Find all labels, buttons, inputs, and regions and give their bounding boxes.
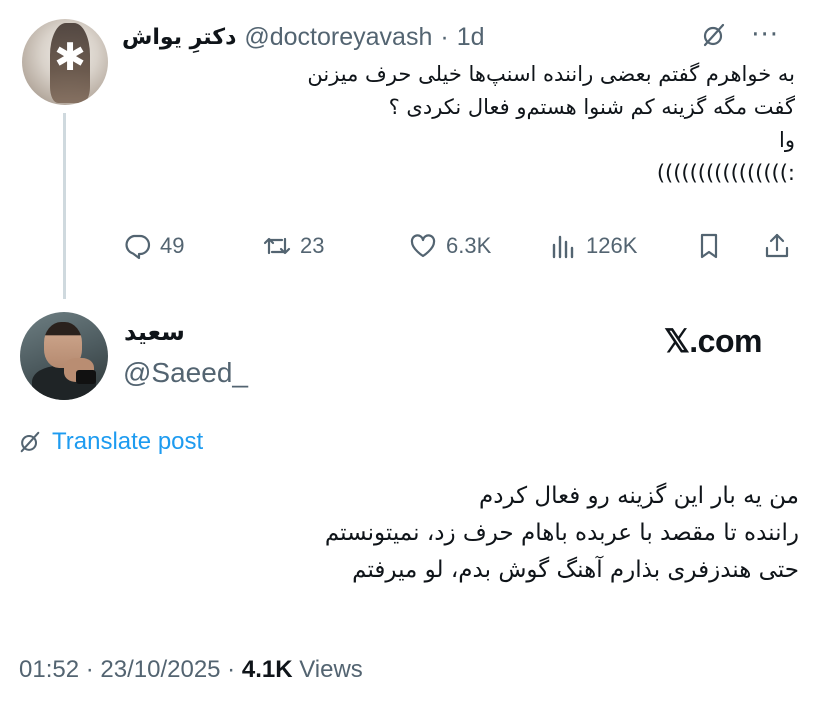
bookmark-icon xyxy=(700,233,718,259)
x-com-watermark: 𝕏.com xyxy=(664,323,762,359)
like-count: 6.3K xyxy=(446,233,492,258)
bookmark-button[interactable] xyxy=(694,228,724,264)
repost-button[interactable]: 23 xyxy=(262,228,324,264)
meta-separator: · xyxy=(220,656,242,683)
meta-separator: · xyxy=(79,656,101,683)
meta-space xyxy=(293,656,300,684)
tweet-text-line: به خواهرم گفتم بعضی راننده اسنپ‌ها خیلی … xyxy=(307,62,795,86)
tweet-action-bar: 49 23 6.3K 126K xyxy=(120,228,800,264)
post-date[interactable]: 23/10/2025 xyxy=(100,656,220,684)
slashed-circle-icon[interactable] xyxy=(701,22,727,48)
header-separator: · xyxy=(440,22,449,51)
reply-author-handle[interactable]: @Saeed_ xyxy=(123,357,248,389)
reply-text-line: من یه بار این گزینه رو فعال کردم xyxy=(478,483,799,509)
post-views-label: Views xyxy=(299,656,363,683)
heart-icon xyxy=(410,234,436,258)
tweet-text-line: گفت مگه گزینه کم شنوا هستم‌و فعال نکردی … xyxy=(388,95,795,119)
reply-count: 49 xyxy=(160,233,185,258)
reply-icon xyxy=(125,234,151,260)
reply-text: من یه بار این گزینه رو فعال کردم راننده … xyxy=(99,478,799,589)
post-time[interactable]: 01:52 xyxy=(19,656,79,684)
more-dots-icon[interactable]: ··· xyxy=(751,22,779,48)
tweet-text-line: :)))))))))))))))) xyxy=(656,161,795,185)
views-count: 126K xyxy=(586,233,638,258)
tweet-text: به خواهرم گفتم بعضی راننده اسنپ‌ها خیلی … xyxy=(115,58,795,190)
share-button[interactable] xyxy=(762,228,792,264)
sticker-star-icon: ✱ xyxy=(54,35,86,79)
reply-author-name[interactable]: سعید xyxy=(124,318,185,346)
tweet-time[interactable]: 1d xyxy=(457,23,485,52)
like-button[interactable]: 6.3K xyxy=(408,228,491,264)
reply-text-line: حتی هندزفری بذارم آهنگ گوش بدم، لو میرفت… xyxy=(352,557,799,583)
post-metadata: 01:52 · 23/10/2025 · 4.1K Views xyxy=(19,656,363,684)
share-icon xyxy=(765,233,789,258)
reply-button[interactable]: 49 xyxy=(122,228,184,264)
tweet-header-icons: ··· xyxy=(701,22,779,48)
tweet-text-line: وا xyxy=(779,128,795,152)
reply-author-avatar[interactable] xyxy=(20,312,108,400)
translate-post-link[interactable]: Translate post xyxy=(18,428,203,456)
author-name[interactable]: دکترِ یواش xyxy=(122,25,236,50)
thread-connector-line xyxy=(63,113,66,299)
reply-text-line: راننده تا مقصد با عربده باهام حرف زد، نم… xyxy=(324,520,799,546)
tweet-header: دکترِ یواش @doctoreyavash · 1d xyxy=(122,20,485,54)
post-views-count[interactable]: 4.1K xyxy=(242,656,293,684)
translate-post-label: Translate post xyxy=(52,428,204,455)
avatar-phone xyxy=(76,370,96,384)
author-avatar[interactable]: ✱ xyxy=(22,19,108,105)
repost-icon xyxy=(263,237,291,255)
views-bars-icon xyxy=(552,235,574,259)
repost-count: 23 xyxy=(300,233,325,258)
views-button[interactable]: 126K xyxy=(548,228,637,264)
slashed-circle-icon xyxy=(20,431,40,453)
author-handle[interactable]: @doctoreyavash xyxy=(244,23,432,52)
